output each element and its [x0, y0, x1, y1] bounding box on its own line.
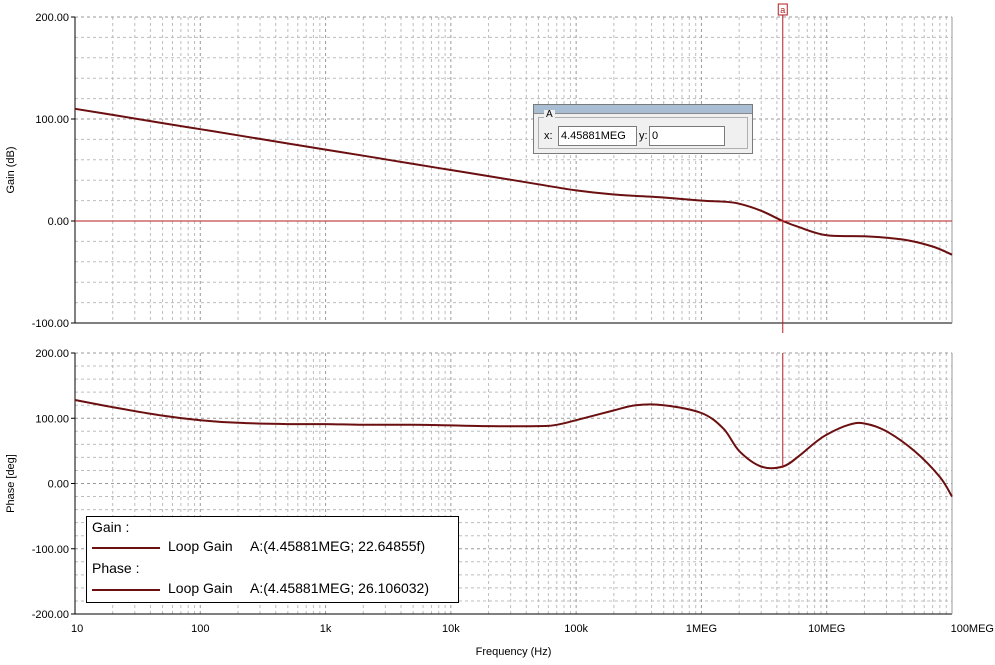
cursor-x-input[interactable]: [558, 126, 637, 146]
y-tick-label: 0.00: [48, 479, 69, 491]
legend-phase-value: A:(4.45881MEG; 26.106032): [250, 580, 430, 596]
x-tick-label: 10: [71, 623, 83, 635]
y-axis-title: Gain (dB): [5, 146, 17, 193]
legend: Gain : Loop Gain A:(4.45881MEG; 22.64855…: [86, 516, 459, 603]
cursor-x-label: x:: [544, 130, 553, 142]
cursor-readout-panel[interactable]: A x: y:: [533, 104, 753, 154]
legend-gain-swatch: [92, 547, 160, 549]
x-tick-label: 10MEG: [808, 623, 845, 635]
y-tick-label: -100.00: [32, 544, 69, 556]
cursor-y-input[interactable]: [649, 126, 725, 146]
legend-gain-title: Gain :: [92, 519, 130, 535]
x-tick-label: 10k: [442, 623, 460, 635]
cursor-marker-label: a: [780, 5, 785, 15]
y-tick-label: 0.00: [48, 216, 69, 228]
series-line-loop-gain: [74, 399, 953, 498]
legend-phase-series: Loop Gain: [168, 580, 233, 596]
y-tick-label: 100.00: [35, 114, 69, 126]
legend-gain-series: Loop Gain: [168, 538, 233, 554]
y-axis-title: Phase [deg]: [5, 454, 17, 513]
x-tick-label: 100k: [564, 623, 588, 635]
x-axis-title: Frequency (Hz): [476, 646, 552, 658]
x-tick-label: 100: [191, 623, 209, 635]
cursor-y-label: y:: [639, 130, 648, 142]
x-tick-label: 1k: [320, 623, 332, 635]
y-tick-label: -200.00: [32, 609, 69, 621]
cursor[interactable]: a: [75, 3, 952, 468]
x-tick-label: 1MEG: [686, 623, 717, 635]
y-tick-label: 200.00: [35, 12, 69, 24]
y-tick-label: -100.00: [32, 318, 69, 330]
series-line-loop-gain: [74, 107, 953, 256]
cursor-group-label: A: [544, 109, 555, 120]
legend-phase-row: Loop Gain A:(4.45881MEG; 26.106032): [92, 580, 452, 598]
y-tick-label: 200.00: [35, 348, 69, 360]
y-tick-label: 100.00: [35, 413, 69, 425]
legend-gain-value: A:(4.45881MEG; 22.64855f): [250, 538, 426, 554]
cursor-panel-titlebar[interactable]: [534, 105, 752, 114]
x-tick-label: 100MEG: [951, 623, 994, 635]
legend-phase-swatch: [92, 589, 160, 591]
legend-phase-title: Phase :: [92, 560, 140, 576]
legend-gain-row: Loop Gain A:(4.45881MEG; 22.64855f): [92, 538, 452, 556]
